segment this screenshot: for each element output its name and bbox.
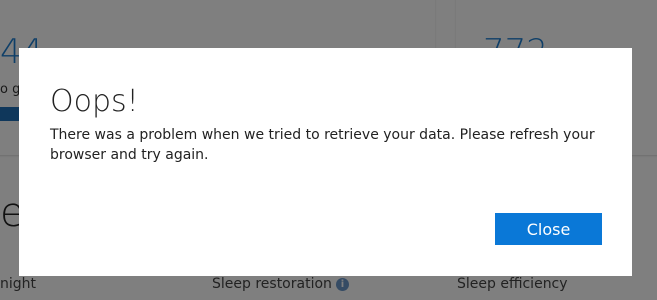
dialog-title: Oops! [50, 84, 139, 119]
error-dialog: Oops! There was a problem when we tried … [19, 48, 632, 276]
dialog-message: There was a problem when we tried to ret… [50, 127, 595, 163]
close-button[interactable]: Close [495, 213, 602, 245]
